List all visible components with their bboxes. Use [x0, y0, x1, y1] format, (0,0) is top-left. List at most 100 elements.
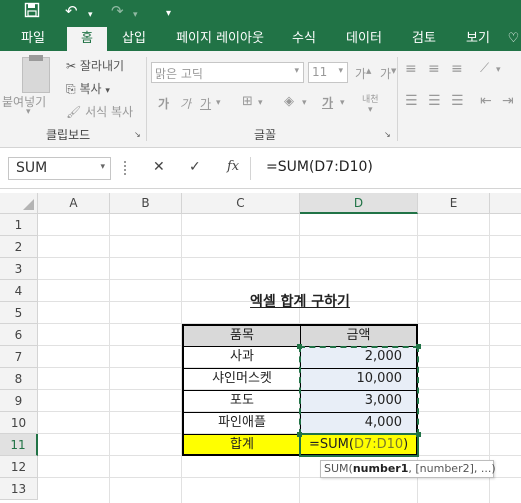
worksheet-grid[interactable]: A B C D E 1 2 3 4 5 6 7 8 9 10 11 12 13 …: [0, 189, 521, 503]
sheet-title[interactable]: 엑셀 합계 구하기: [182, 292, 418, 312]
amount-cell[interactable]: 10,000: [301, 369, 416, 391]
name-box-value: SUM: [16, 160, 48, 176]
row-header-11[interactable]: 11: [0, 434, 38, 456]
row-header-5[interactable]: 5: [0, 302, 38, 324]
tab-view[interactable]: 보기: [458, 27, 498, 51]
row-header-12[interactable]: 12: [0, 456, 38, 478]
grow-font-icon[interactable]: 가▲: [355, 65, 371, 82]
column-header-d[interactable]: D: [300, 193, 418, 214]
name-box[interactable]: SUM ▾: [8, 157, 111, 180]
align-center-icon[interactable]: ☰: [428, 93, 441, 109]
font-launcher-icon[interactable]: ↘: [384, 130, 391, 139]
font-color-icon[interactable]: 가: [322, 94, 333, 111]
italic-button[interactable]: 가: [180, 95, 191, 112]
redo-dropdown-icon[interactable]: ▾: [133, 6, 138, 24]
row-header-13[interactable]: 13: [0, 478, 38, 500]
phonetic-label: 내천: [362, 95, 379, 105]
amount-cell[interactable]: 4,000: [301, 413, 416, 435]
orientation-dropdown-icon[interactable]: ▾: [496, 65, 501, 75]
paste-icon[interactable]: [22, 55, 50, 93]
total-formula-cell[interactable]: =SUM(D7:D10): [301, 435, 416, 454]
tooltip-rest: , [number2], ...): [408, 462, 496, 475]
align-middle-icon[interactable]: ≡: [428, 61, 440, 77]
tab-page-layout[interactable]: 페이지 레이아웃: [168, 27, 272, 51]
total-label-cell[interactable]: 합계: [184, 435, 301, 454]
range-handle[interactable]: [297, 432, 302, 437]
row-header-1[interactable]: 1: [0, 214, 38, 236]
tab-home[interactable]: 홈: [67, 27, 107, 51]
lightbulb-icon[interactable]: ♡: [506, 27, 521, 51]
item-cell[interactable]: 샤인머스켓: [184, 369, 301, 391]
align-top-icon[interactable]: ≡: [405, 61, 417, 77]
cut-button[interactable]: ✂ 잘라내기: [66, 57, 124, 74]
row-header-2[interactable]: 2: [0, 236, 38, 258]
border-icon[interactable]: ⊞: [242, 94, 253, 109]
font-color-dropdown-icon[interactable]: ▾: [340, 98, 345, 108]
format-painter-button[interactable]: 🖌 서식 복사: [66, 103, 133, 120]
tab-data[interactable]: 데이터: [340, 27, 388, 51]
cancel-icon[interactable]: ✕: [153, 159, 165, 175]
undo-dropdown-icon[interactable]: ▾: [88, 6, 93, 24]
tooltip-arg1[interactable]: number1: [353, 462, 409, 475]
fill-color-dropdown-icon[interactable]: ▾: [302, 98, 307, 108]
amount-cell[interactable]: 3,000: [301, 391, 416, 413]
customize-icon[interactable]: ▾: [166, 5, 171, 23]
row-header-7[interactable]: 7: [0, 346, 38, 368]
insert-function-icon[interactable]: fx: [227, 159, 239, 174]
save-icon[interactable]: [24, 2, 40, 22]
enter-icon[interactable]: ✓: [189, 159, 201, 175]
undo-icon[interactable]: ↶: [65, 2, 78, 20]
range-handle[interactable]: [297, 344, 302, 349]
copy-button[interactable]: ⎘ 복사 ▾: [66, 80, 110, 97]
clipboard-group-label: 클립보드: [46, 128, 91, 142]
item-cell[interactable]: 파인애플: [184, 413, 301, 435]
range-handle[interactable]: [416, 344, 421, 349]
shrink-font-icon[interactable]: 가▼: [380, 65, 396, 82]
phonetic-icon[interactable]: 내천 ▾: [362, 95, 379, 115]
tab-insert[interactable]: 삽입: [112, 27, 156, 51]
item-cell[interactable]: 포도: [184, 391, 301, 413]
row-header-4[interactable]: 4: [0, 280, 38, 302]
tab-file[interactable]: 파일: [12, 27, 54, 51]
redo-icon[interactable]: ↷: [111, 2, 124, 20]
font-size-box[interactable]: 11 ▾: [308, 62, 348, 83]
row-header-8[interactable]: 8: [0, 368, 38, 390]
column-header-e[interactable]: E: [418, 193, 490, 214]
bold-button[interactable]: 가: [158, 95, 169, 112]
paste-button[interactable]: 붙여넣기: [2, 93, 46, 110]
divider: [146, 57, 147, 141]
underline-button[interactable]: 가: [200, 95, 211, 112]
clipboard-launcher-icon[interactable]: ↘: [134, 130, 141, 139]
decrease-indent-icon[interactable]: ⇤: [480, 93, 492, 109]
row-header-3[interactable]: 3: [0, 258, 38, 280]
row-header-10[interactable]: 10: [0, 412, 38, 434]
row-header-9[interactable]: 9: [0, 390, 38, 412]
column-header-c[interactable]: C: [182, 193, 300, 214]
column-header-b[interactable]: B: [110, 193, 182, 214]
header-cell-amount[interactable]: 금액: [301, 326, 416, 347]
border-dropdown-icon[interactable]: ▾: [258, 98, 263, 108]
amount-cell[interactable]: 2,000: [301, 347, 416, 369]
scissors-icon: ✂: [66, 59, 77, 73]
tab-review[interactable]: 검토: [404, 27, 444, 51]
underline-dropdown-icon[interactable]: ▾: [216, 98, 221, 108]
formula-input[interactable]: =SUM(D7:D10): [256, 157, 521, 180]
column-header-a[interactable]: A: [38, 193, 110, 214]
align-bottom-icon[interactable]: ≡: [451, 61, 463, 77]
formula-text: =SUM(D7:D10): [266, 159, 373, 175]
tab-formulas[interactable]: 수식: [284, 27, 324, 51]
range-handle[interactable]: [416, 432, 421, 437]
select-all-button[interactable]: [0, 193, 38, 214]
orientation-icon[interactable]: ⟋: [480, 61, 489, 76]
align-right-icon[interactable]: ☰: [451, 93, 464, 109]
fill-color-icon[interactable]: ◈: [284, 94, 294, 109]
splitter-handle[interactable]: [124, 161, 127, 175]
paste-dropdown-icon[interactable]: ▾: [26, 107, 31, 117]
header-cell-item[interactable]: 품목: [184, 326, 301, 347]
row-header-6[interactable]: 6: [0, 324, 38, 346]
item-cell[interactable]: 사과: [184, 347, 301, 369]
font-name-box[interactable]: 맑은 고딕 ▾: [151, 62, 304, 83]
column-header-f[interactable]: [490, 193, 521, 214]
align-left-icon[interactable]: ☰: [405, 93, 418, 109]
increase-indent-icon[interactable]: ⇥: [502, 93, 514, 109]
